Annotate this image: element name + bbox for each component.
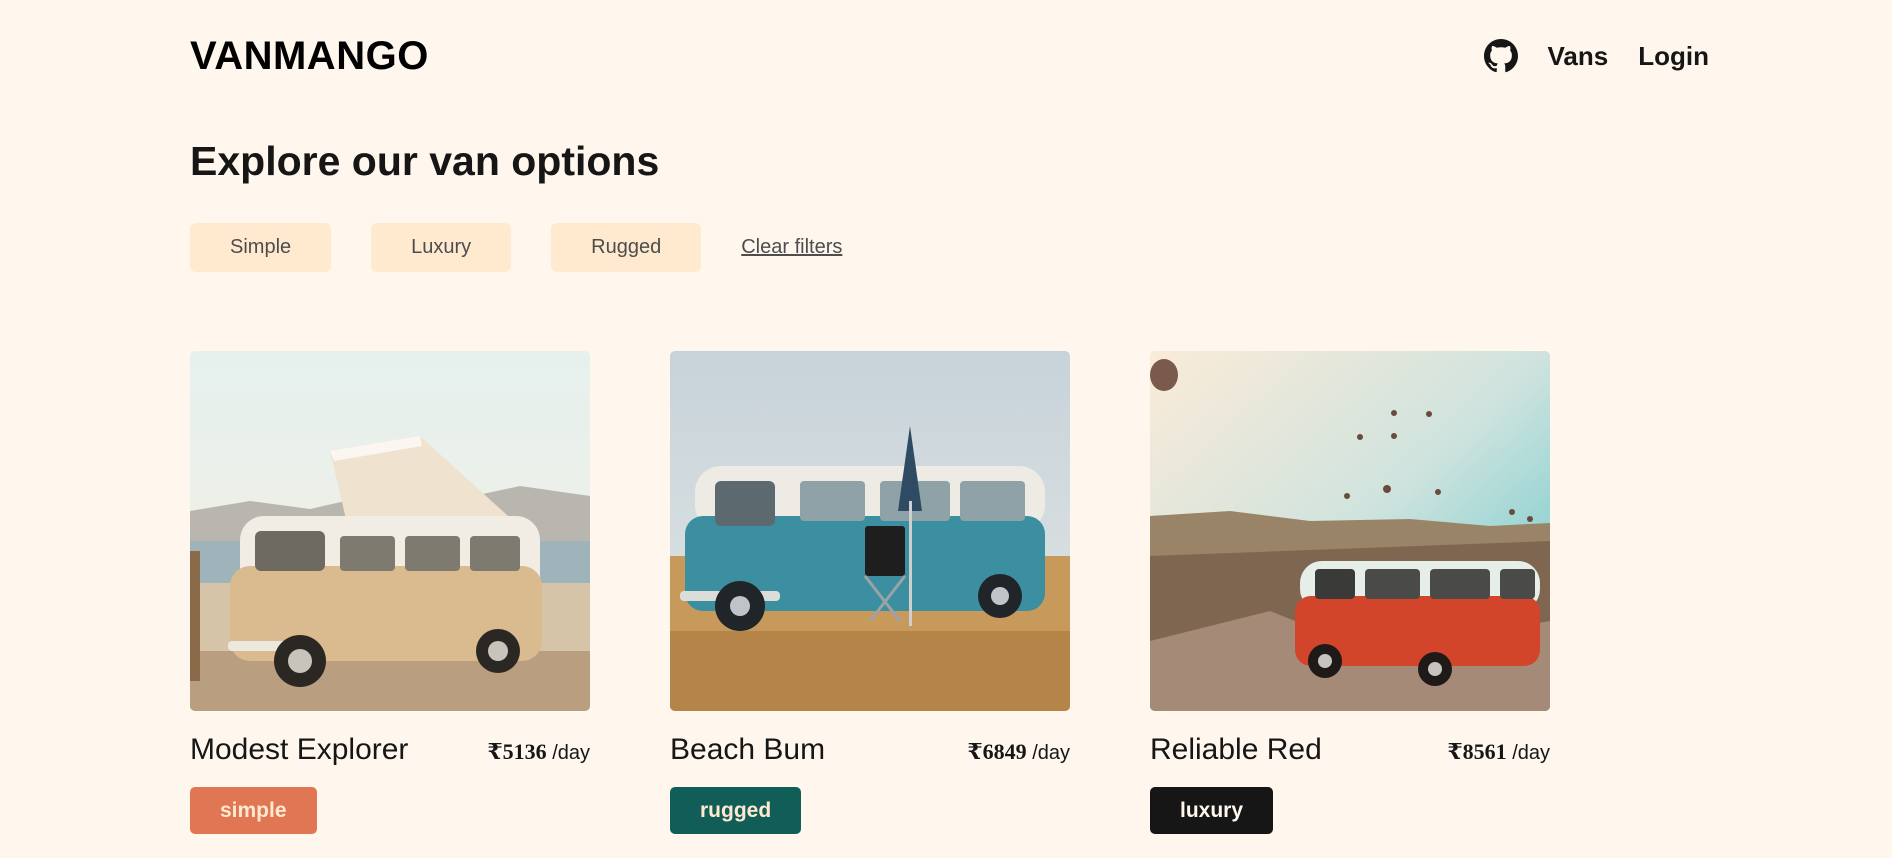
van-info: Reliable Red ₹8561 /day [1150, 733, 1550, 767]
filter-luxury-button[interactable]: Luxury [371, 223, 512, 272]
van-price-value: ₹8561 [1447, 739, 1507, 764]
van-price-unit: /day [552, 742, 590, 764]
van-name: Beach Bum [670, 733, 826, 766]
van-image[interactable] [190, 351, 590, 711]
van-name: Modest Explorer [190, 733, 409, 766]
main-nav: Vans Login [1483, 39, 1709, 73]
van-card[interactable]: Modest Explorer ₹5136 /day simple [190, 351, 590, 834]
van-type-badge: rugged [670, 787, 802, 834]
van-name: Reliable Red [1150, 733, 1322, 766]
van-price-unit: /day [1032, 742, 1070, 764]
van-price-value: ₹5136 [487, 739, 547, 764]
van-type-badge: luxury [1150, 787, 1274, 834]
van-image[interactable] [670, 351, 1070, 711]
van-price-value: ₹6849 [967, 739, 1027, 764]
van-type-badge: simple [190, 787, 317, 834]
van-image[interactable] [1150, 351, 1550, 711]
clear-filters-link[interactable]: Clear filters [741, 236, 842, 259]
van-card[interactable]: Reliable Red ₹8561 /day luxury [1150, 351, 1550, 834]
nav-vans-link[interactable]: Vans [1548, 41, 1609, 72]
filter-simple-button[interactable]: Simple [190, 223, 332, 272]
site-logo[interactable]: VANMANGO [190, 34, 429, 79]
page-title: Explore our van options [190, 138, 660, 184]
site-header: VANMANGO Vans Login [190, 28, 1709, 84]
van-info: Modest Explorer ₹5136 /day [190, 733, 590, 767]
filter-rugged-button[interactable]: Rugged [551, 223, 702, 272]
van-price: ₹6849 /day [967, 739, 1070, 765]
van-info: Beach Bum ₹6849 /day [670, 733, 1070, 767]
van-card[interactable]: Beach Bum ₹6849 /day rugged [670, 351, 1070, 834]
page: VANMANGO Vans Login Explore our van opti… [0, 0, 1892, 858]
filter-bar: Simple Luxury Rugged Clear filters [190, 223, 842, 272]
nav-login-link[interactable]: Login [1638, 41, 1709, 72]
van-price-unit: /day [1512, 742, 1550, 764]
van-list: Modest Explorer ₹5136 /day simple Beach … [190, 351, 1550, 834]
van-price: ₹5136 /day [487, 739, 590, 765]
github-icon[interactable] [1483, 39, 1518, 73]
van-price: ₹8561 /day [1447, 739, 1550, 765]
